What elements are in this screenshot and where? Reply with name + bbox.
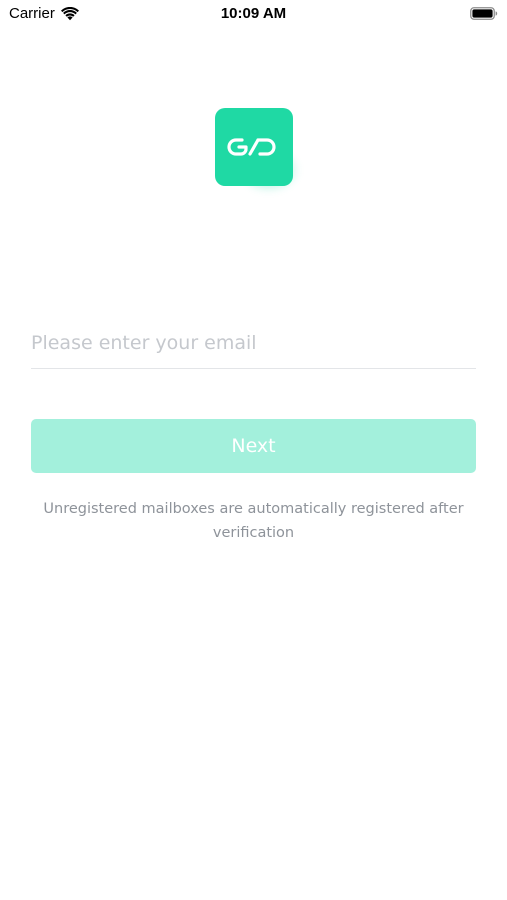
battery-icon (470, 7, 498, 20)
registration-hint: Unregistered mailboxes are automatically… (43, 501, 464, 541)
login-screen: Carrier 10:09 AM Next Unregistered mailb… (0, 0, 507, 900)
app-logo-icon (227, 138, 276, 156)
status-bar: Carrier 10:09 AM (0, 0, 507, 28)
status-time: 10:09 AM (220, 5, 287, 22)
next-button[interactable]: Next (31, 419, 476, 473)
app-logo (215, 108, 301, 194)
email-input[interactable] (31, 318, 476, 369)
